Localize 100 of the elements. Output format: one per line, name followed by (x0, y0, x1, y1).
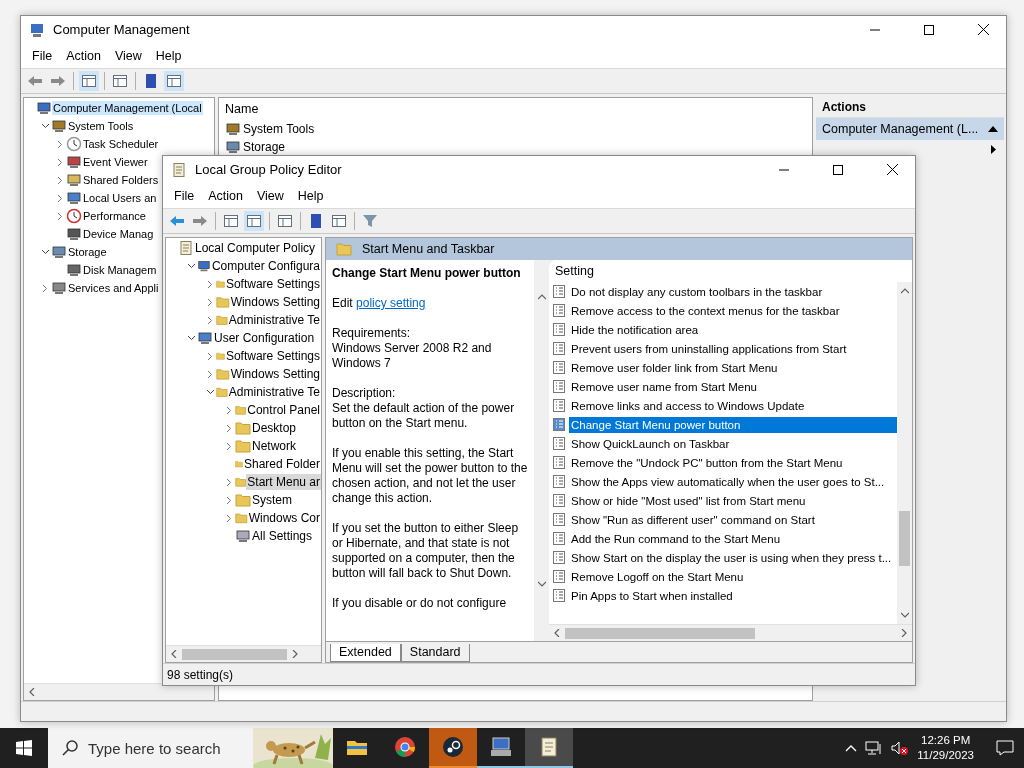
notifications-icon[interactable] (996, 740, 1014, 756)
tree-item[interactable]: Local Users an (82, 191, 158, 205)
setting-row[interactable]: Remove the "Undock PC" button from the Start Menu (569, 454, 897, 471)
action-pane-button[interactable] (164, 71, 184, 91)
tree-item[interactable]: Network (251, 438, 297, 454)
column-header[interactable]: Setting (549, 260, 912, 282)
expand-icon[interactable] (57, 211, 63, 221)
setting-row[interactable]: Prevent users from uninstalling applications from Start (569, 340, 897, 357)
console-tree-button[interactable] (244, 211, 264, 231)
setting-row[interactable]: Hide the notification area (569, 321, 897, 338)
scroll-up-icon[interactable] (900, 287, 909, 295)
list-item[interactable]: Storage (243, 140, 286, 154)
tree-item[interactable]: Storage (67, 245, 108, 259)
tree-item[interactable]: Windows Setting (229, 366, 321, 382)
taskbar-app-button[interactable] (429, 728, 477, 768)
network-icon[interactable] (865, 740, 884, 756)
menu-item[interactable]: Action (201, 188, 250, 203)
expand-icon[interactable] (207, 279, 213, 289)
menu-item[interactable]: View (249, 188, 291, 203)
scroll-left-icon[interactable] (170, 650, 178, 658)
tree-item[interactable]: Computer Configura (210, 258, 321, 274)
tree-item[interactable]: Control Panel (246, 402, 321, 418)
menu-item[interactable]: Action (59, 48, 108, 63)
menu-item[interactable]: Help (290, 188, 331, 203)
setting-row[interactable]: Remove Logoff on the Start Menu (569, 568, 897, 585)
tree-item[interactable]: Desktop (251, 420, 298, 436)
list-item[interactable]: System Tools (243, 122, 315, 136)
setting-row[interactable]: Add the Run command to the Start Menu (569, 530, 897, 547)
view-tab[interactable]: Extended (330, 644, 401, 662)
tree-item[interactable]: Performance (82, 209, 147, 223)
expand-icon[interactable] (226, 495, 232, 505)
expand-icon[interactable] (57, 175, 63, 185)
collapse-icon[interactable] (205, 389, 215, 395)
collapse-icon[interactable] (40, 123, 50, 129)
tree-item[interactable]: All Settings (251, 528, 314, 544)
collapse-icon[interactable] (40, 249, 50, 255)
expand-icon[interactable] (57, 139, 63, 149)
chevron-up-icon[interactable] (845, 744, 858, 752)
tree-item[interactable]: Task Scheduler (82, 137, 160, 151)
scrollbar[interactable] (549, 624, 912, 641)
setting-row[interactable]: Show the Apps view automatically when the user goes to St... (569, 473, 897, 490)
expand-icon[interactable] (42, 283, 48, 293)
policy-setting-link[interactable]: policy setting (356, 296, 426, 310)
collapse-icon[interactable] (186, 335, 196, 341)
expand-icon[interactable] (57, 193, 63, 203)
menu-item[interactable]: File (25, 48, 60, 63)
tree-item[interactable]: Computer Management (Local (52, 101, 203, 115)
setting-row[interactable]: Show or hide "Most used" list from Start menu (569, 492, 897, 509)
tree-item[interactable]: Software Settings (224, 276, 321, 292)
expand-icon[interactable] (226, 477, 232, 487)
scroll-down-icon[interactable] (900, 611, 909, 619)
scroll-thumb[interactable] (899, 510, 910, 566)
tree-item[interactable]: Services and Appli (67, 281, 160, 295)
tree-item[interactable]: Windows Cor (247, 510, 321, 526)
menu-item[interactable]: View (107, 48, 149, 63)
actions-section[interactable]: Computer Management (L... (816, 118, 1004, 140)
expand-icon[interactable] (207, 351, 213, 361)
tree-item[interactable]: Event Viewer (82, 155, 149, 169)
setting-row[interactable]: Pin Apps to Start when installed (569, 587, 897, 604)
expand-icon[interactable] (207, 297, 213, 307)
expand-icon[interactable] (226, 423, 232, 433)
scroll-down-icon[interactable] (537, 580, 546, 588)
setting-row[interactable]: Remove user folder link from Start Menu (569, 359, 897, 376)
view-tab[interactable]: Standard (400, 644, 470, 662)
expand-icon[interactable] (207, 369, 213, 379)
setting-row[interactable]: Remove user name from Start Menu (569, 378, 897, 395)
tree-item[interactable]: Disk Managem (82, 263, 158, 277)
setting-row[interactable]: Remove links and access to Windows Update (569, 397, 897, 414)
scroll-right-icon[interactable] (291, 650, 299, 658)
scrollbar[interactable] (166, 645, 321, 662)
scrollbar[interactable] (24, 683, 214, 700)
setting-row[interactable]: Change Start Menu power button (569, 416, 897, 433)
setting-row[interactable]: Remove access to the context menus for the taskbar (569, 302, 897, 319)
setting-row[interactable]: Show "Run as different user" command on Start (569, 511, 897, 528)
scroll-up-icon[interactable] (537, 293, 546, 301)
scroll-thumb[interactable] (565, 627, 755, 639)
expand-icon[interactable] (57, 157, 63, 167)
tree-item[interactable]: Windows Setting (229, 294, 321, 310)
tree-item[interactable]: User Configuration (213, 330, 316, 346)
scroll-left-icon[interactable] (28, 688, 36, 696)
tree-item[interactable]: Local Computer Policy (194, 240, 317, 256)
tree-item[interactable]: System Tools (67, 119, 135, 133)
collapse-icon[interactable] (988, 126, 998, 132)
column-header[interactable]: Name (219, 98, 812, 120)
taskbar-app-button[interactable] (525, 728, 573, 768)
tree-item[interactable]: Administrative Te (227, 312, 321, 328)
setting-row[interactable]: Show QuickLaunch on Taskbar (569, 435, 897, 452)
setting-row[interactable]: Do not display any custom toolbars in the taskbar (569, 283, 897, 300)
menu-item[interactable]: Help (148, 48, 189, 63)
search-field[interactable]: Type here to search (48, 728, 333, 768)
scroll-thumb[interactable] (182, 648, 287, 660)
muted-speaker-icon[interactable] (891, 740, 910, 756)
setting-row[interactable]: Show Start on the display the user is using when they press t... (569, 549, 897, 566)
collapse-icon[interactable] (186, 263, 196, 269)
expand-icon[interactable] (226, 441, 232, 451)
submenu-arrow-icon[interactable] (991, 144, 996, 154)
expand-icon[interactable] (226, 405, 232, 415)
tree-item[interactable]: Start Menu ar (246, 474, 321, 490)
expand-icon[interactable] (226, 513, 232, 523)
tree-item[interactable]: Shared Folder (242, 456, 321, 472)
